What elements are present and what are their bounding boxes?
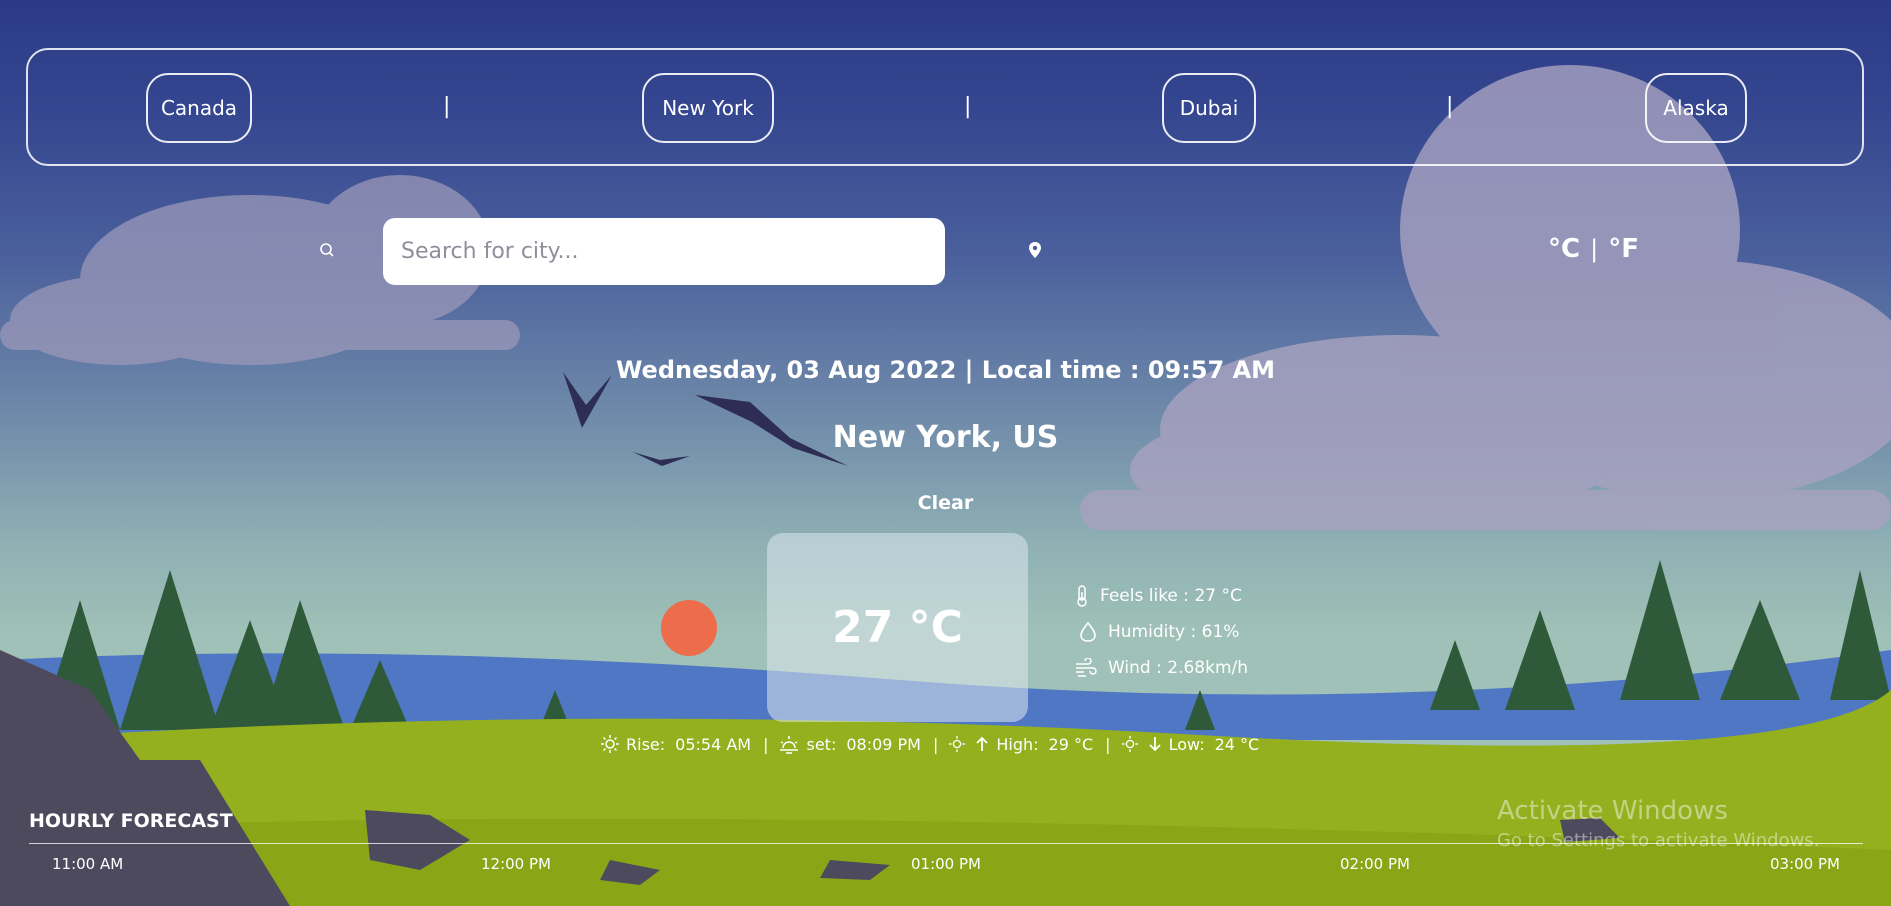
sunset-value: 08:09 PM — [846, 734, 921, 754]
city-button-dubai[interactable]: Dubai — [1162, 73, 1256, 143]
wind-icon — [1076, 658, 1097, 677]
wind-label: Wind : — [1108, 658, 1162, 678]
city-separator: | — [443, 94, 451, 119]
search-input[interactable] — [383, 218, 945, 285]
location-pin-icon[interactable] — [1026, 241, 1044, 261]
windows-activation-watermark: Activate Windows Go to Settings to activ… — [1497, 796, 1819, 851]
city-button-canada[interactable]: Canada — [146, 73, 252, 143]
city-button-alaska[interactable]: Alaska — [1645, 73, 1747, 143]
weather-details: Feels like : 27 °C Humidity : 61% Wind :… — [1074, 578, 1248, 686]
astro-divider: | — [763, 734, 769, 754]
watermark-line-1: Activate Windows — [1497, 796, 1728, 826]
feels-like-row: Feels like : 27 °C — [1074, 578, 1248, 614]
droplet-icon — [1080, 621, 1096, 642]
weather-condition: Clear — [917, 492, 974, 514]
low-value: 24 °C — [1214, 734, 1260, 754]
arrow-down-icon — [1148, 737, 1161, 752]
astro-row: Rise: 05:54 AM | set: 08:09 PM | High: 2… — [600, 732, 1269, 756]
local-datetime: Wednesday, 03 Aug 2022 | Local time : 09… — [615, 356, 1276, 384]
unit-toggle: °C | °F — [1548, 234, 1639, 264]
hourly-time: 02:00 PM — [1340, 855, 1410, 873]
sunset-label: set: — [806, 734, 837, 754]
humidity-label: Humidity : — [1108, 622, 1197, 642]
sunrise-icon — [601, 735, 619, 753]
feels-like-label: Feels like : — [1100, 586, 1190, 606]
arrow-up-icon — [976, 736, 989, 751]
watermark-line-2: Go to Settings to activate Windows. — [1497, 830, 1820, 851]
high-label: High: — [996, 734, 1039, 754]
feels-like-value: 27 °C — [1194, 586, 1242, 606]
sunset-icon — [780, 736, 799, 754]
city-button-new-york[interactable]: New York — [642, 73, 774, 143]
humidity-value: 61% — [1201, 622, 1240, 642]
search-icon[interactable] — [318, 241, 336, 259]
sun-small-icon — [1121, 735, 1138, 753]
thermometer-icon — [1077, 585, 1087, 607]
sun-small-icon — [949, 735, 966, 753]
wind-value: 2.68km/h — [1167, 658, 1249, 678]
unit-divider: | — [1590, 235, 1599, 263]
hourly-time: 11:00 AM — [52, 855, 124, 873]
hourly-time: 03:00 PM — [1770, 855, 1840, 873]
astro-divider: | — [1105, 734, 1111, 754]
celsius-toggle[interactable]: °C — [1548, 234, 1580, 264]
fahrenheit-toggle[interactable]: °F — [1608, 234, 1639, 264]
high-value: 29 °C — [1048, 734, 1094, 754]
location-title: New York, US — [832, 420, 1059, 455]
humidity-row: Humidity : 61% — [1074, 614, 1248, 650]
temperature-card: 27 °C — [767, 533, 1028, 722]
low-label: Low: — [1168, 734, 1205, 754]
wind-row: Wind : 2.68km/h — [1074, 650, 1248, 686]
astro-divider: | — [932, 734, 939, 754]
city-selector-bar: Canada | New York | Dubai | Alaska — [26, 48, 1864, 166]
hourly-forecast-title: HOURLY FORECAST — [29, 810, 233, 832]
sun-icon — [661, 600, 717, 656]
sunrise-label: Rise: — [626, 734, 666, 754]
sunrise-value: 05:54 AM — [675, 734, 752, 754]
hourly-time: 01:00 PM — [911, 855, 981, 873]
hourly-time: 12:00 PM — [481, 855, 551, 873]
city-separator: | — [964, 94, 972, 119]
city-separator: | — [1446, 94, 1454, 119]
current-temperature: 27 °C — [832, 602, 963, 653]
